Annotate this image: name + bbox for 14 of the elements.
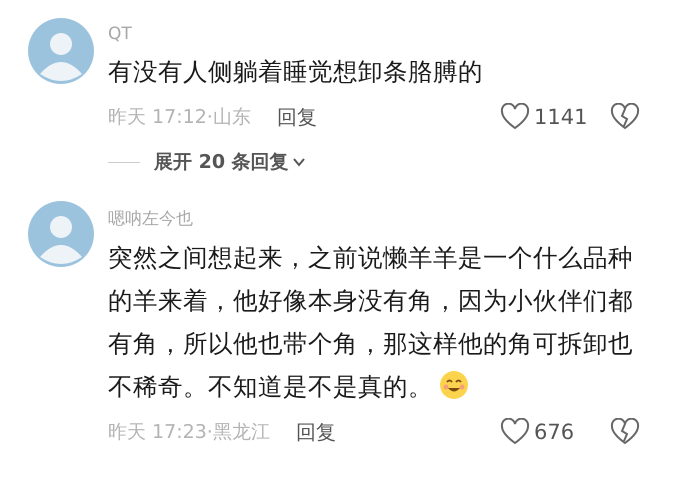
chevron-down-icon (292, 157, 305, 167)
comment-meta: 昨天 17:12·山东 (108, 105, 251, 130)
like-count: 1141 (534, 105, 588, 129)
like-count: 676 (534, 420, 576, 444)
comment-meta: 昨天 17:23·黑龙江 (108, 420, 270, 445)
comment-text: 突然之间想起来，之前说懒羊羊是一个什么品种的羊来着，他好像本身没有角，因为小伙伴们都有角，所以他也带个角，那这样他的角可拆卸也不稀奇。不知道是不是真的。 (108, 243, 633, 401)
heart-icon[interactable] (500, 418, 530, 446)
reply-link[interactable]: 回复 (276, 104, 317, 130)
heart-icon[interactable] (500, 103, 530, 131)
broken-heart-icon[interactable] (610, 103, 640, 131)
expand-replies-button[interactable]: 展开 20 条回复 (154, 149, 305, 175)
comment-text: 有没有人侧躺着睡觉想卸条胳膊的 (108, 57, 483, 86)
broken-heart-icon[interactable] (610, 418, 640, 446)
reply-link[interactable]: 回复 (296, 418, 336, 446)
